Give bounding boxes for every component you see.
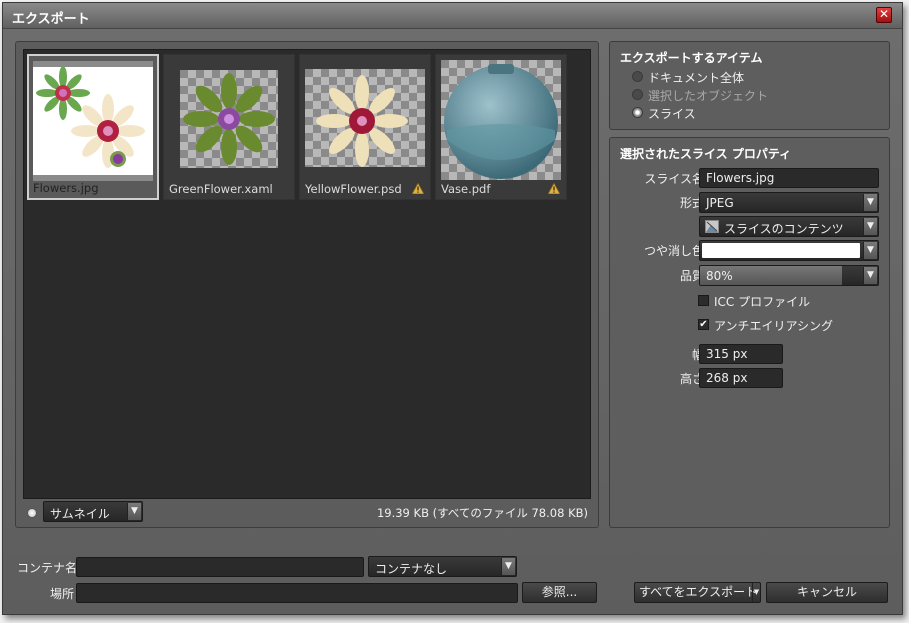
matte-color-swatch bbox=[702, 243, 860, 258]
thumbnail-label: GreenFlower.xaml bbox=[169, 182, 273, 196]
chevron-down-icon: ▼ bbox=[863, 267, 877, 284]
chevron-down-icon[interactable]: ▼ bbox=[752, 583, 760, 602]
flowers-image bbox=[33, 61, 153, 181]
close-icon[interactable]: ✕ bbox=[876, 7, 892, 23]
format-select[interactable]: JPEG ▼ bbox=[699, 192, 879, 213]
view-mode-value: サムネイル bbox=[50, 507, 110, 521]
greenflower-image bbox=[180, 70, 278, 168]
warning-icon bbox=[412, 183, 424, 194]
chevron-down-icon: ▼ bbox=[863, 242, 877, 259]
slice-content-select[interactable]: スライスのコンテンツ ▼ bbox=[699, 216, 879, 237]
container-name-label: コンテナ名 bbox=[17, 561, 78, 575]
title-bar: エクスポート ✕ bbox=[3, 3, 902, 29]
file-size-info: 19.39 KB (すべてのファイル 78.08 KB) bbox=[376, 506, 588, 520]
checkmark-icon: ✔ bbox=[698, 319, 709, 330]
slice-properties-title: 選択されたスライス プロパティ bbox=[620, 147, 792, 161]
slice-name-label: スライス名 bbox=[644, 172, 704, 186]
thumbnail-label: Flowers.jpg bbox=[33, 181, 99, 195]
quality-slider[interactable]: 80% ▼ bbox=[699, 265, 879, 286]
browse-button[interactable]: 参照... bbox=[522, 582, 597, 603]
chevron-down-icon: ▼ bbox=[863, 218, 877, 235]
matte-color-label: つや消し色 bbox=[643, 244, 704, 258]
matte-color-select[interactable]: ▼ bbox=[699, 240, 879, 261]
location-field[interactable] bbox=[76, 583, 518, 603]
radio-icon bbox=[632, 71, 643, 82]
warning-icon bbox=[548, 183, 560, 194]
thumbnail-yellowflower[interactable]: YellowFlower.psd bbox=[299, 54, 431, 200]
thumbnail-label: Vase.pdf bbox=[441, 182, 491, 196]
thumbnail-vase[interactable]: Vase.pdf bbox=[435, 54, 567, 200]
export-all-button[interactable]: すべてをエクスポート ▼ bbox=[634, 582, 761, 603]
thumbnail-label: YellowFlower.psd bbox=[305, 182, 402, 196]
checkbox-box bbox=[698, 295, 709, 306]
radio-icon bbox=[632, 107, 643, 118]
thumbnail-greenflower[interactable]: GreenFlower.xaml bbox=[163, 54, 295, 200]
container-type-select[interactable]: コンテナなし ▼ bbox=[368, 556, 517, 577]
chevron-down-icon: ▼ bbox=[863, 194, 877, 211]
view-radio-button[interactable] bbox=[27, 508, 37, 518]
dialog-title: エクスポート bbox=[12, 12, 90, 27]
export-items-group: エクスポートするアイテム ドキュメント全体 選択したオブジェクト スライス bbox=[609, 41, 890, 130]
vase-image bbox=[441, 60, 561, 180]
thumbnail-flowers[interactable]: Flowers.jpg bbox=[27, 54, 159, 200]
preview-panel: Flowers.jpg GreenFlower.xaml YellowFlowe… bbox=[15, 41, 599, 528]
view-mode-select[interactable]: サムネイル ▼ bbox=[43, 501, 143, 522]
slice-properties-group: 選択されたスライス プロパティ スライス名 Flowers.jpg 形式 JPE… bbox=[609, 137, 890, 528]
chevron-down-icon: ▼ bbox=[127, 503, 141, 520]
height-field[interactable]: 268 px bbox=[699, 368, 783, 388]
cancel-button[interactable]: キャンセル bbox=[766, 582, 888, 603]
yellowflower-image bbox=[305, 69, 425, 167]
slice-name-field[interactable]: Flowers.jpg bbox=[699, 168, 879, 188]
slice-content-icon bbox=[705, 220, 719, 233]
container-name-field[interactable] bbox=[76, 557, 364, 577]
chevron-down-icon: ▼ bbox=[501, 558, 515, 575]
location-label: 場所 bbox=[50, 587, 75, 601]
thumbnail-grid: Flowers.jpg GreenFlower.xaml YellowFlowe… bbox=[23, 49, 591, 499]
export-dialog: エクスポート ✕ Flowers.jpg GreenFlower.xaml Ye… bbox=[2, 2, 903, 615]
width-field[interactable]: 315 px bbox=[699, 344, 783, 364]
radio-icon bbox=[632, 89, 643, 100]
export-items-title: エクスポートするアイテム bbox=[620, 51, 763, 65]
